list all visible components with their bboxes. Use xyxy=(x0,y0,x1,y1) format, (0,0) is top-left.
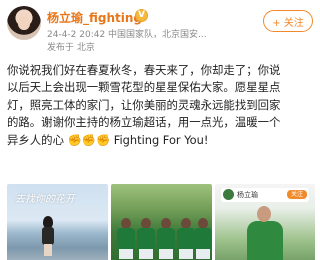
profile-avatar xyxy=(223,189,234,200)
player-shirt xyxy=(247,221,283,260)
girl-figure xyxy=(41,216,55,256)
fist-emoji-icon: ✊✊✊ xyxy=(67,132,111,147)
player-shorts xyxy=(119,249,133,259)
post-meta: 24-4-2 20:42 中国国家队，北京国安... xyxy=(47,30,207,40)
post-tail: Fighting For You! xyxy=(110,132,209,147)
player-shirt xyxy=(137,228,155,250)
player-figure xyxy=(157,218,175,260)
post-line: 的路。谢谢你主持的杨立瑜超话，用一点光，温暖一个 xyxy=(7,115,281,130)
username[interactable]: 杨立瑜_fighting xyxy=(47,9,142,26)
player-shirt xyxy=(157,228,175,250)
player-figure xyxy=(137,218,155,260)
post-line: 以后天上会出现一颗雪花型的星星保佑大家。愿星星点 xyxy=(7,80,281,95)
photo-thumbnail-1[interactable]: 去找你的花开 xyxy=(7,184,108,260)
avatar[interactable] xyxy=(7,6,41,40)
post-line: 灯，照亮工体的家门，让你美丽的灵魂永远能找到回家 xyxy=(7,97,281,112)
profile-follow-button: 关注 xyxy=(287,190,307,199)
player-shirt xyxy=(177,228,195,250)
follow-button[interactable]: + 关注 xyxy=(263,10,313,32)
player-shorts xyxy=(179,249,193,259)
photo-thumbnail-3[interactable]: 杨立瑜 关注 xyxy=(215,184,315,260)
girl-legs xyxy=(44,244,52,256)
post-text: 你说祝我们好在春夏秋冬，春天来了，你却走了；你说 以后天上会出现一颗雪花型的星星… xyxy=(7,62,315,149)
post-line: 异乡人的心 xyxy=(7,132,68,147)
post-line-last: 异乡人的心 ✊✊✊ Fighting For You! xyxy=(7,132,315,149)
post-header: 杨立瑜_fighting 24-4-2 20:42 中国国家队，北京国安... … xyxy=(0,0,320,53)
player-shirt xyxy=(117,228,135,250)
photo-thumbnail-2[interactable] xyxy=(111,184,212,260)
player-figure xyxy=(194,218,212,260)
avatar-face xyxy=(18,16,30,30)
post-location: 发布于 北京 xyxy=(47,43,95,53)
player-shorts xyxy=(139,249,153,259)
post-line: 你说祝我们好在春夏秋冬，春天来了，你却走了；你说 xyxy=(7,63,281,77)
photo-grid: 去找你的花开 杨立瑜 关注 xyxy=(7,184,315,260)
player-portrait xyxy=(245,206,285,260)
player-figure xyxy=(117,218,135,260)
player-shorts xyxy=(159,249,173,259)
player-shirt xyxy=(194,228,212,250)
player-head xyxy=(257,206,271,222)
handwritten-text: 去找你的花开 xyxy=(15,194,75,205)
player-shorts xyxy=(196,249,210,259)
player-figure xyxy=(177,218,195,260)
vip-badge-icon xyxy=(135,9,148,22)
profile-name: 杨立瑜 xyxy=(237,191,258,199)
girl-body xyxy=(42,227,54,245)
